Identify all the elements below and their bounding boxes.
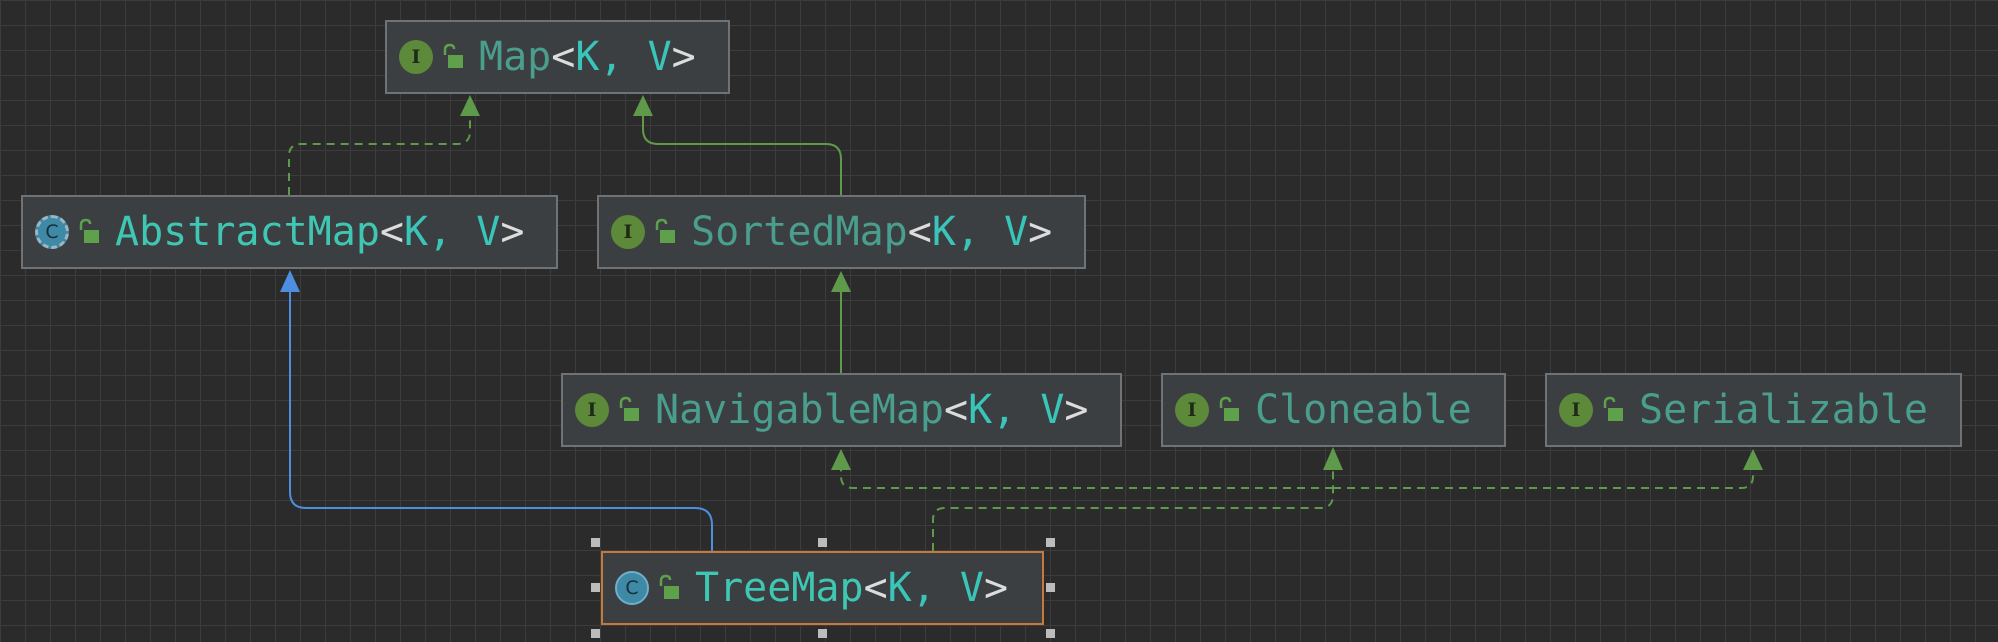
resize-handle-middle-left[interactable] bbox=[591, 583, 600, 592]
node-label: Map<K, V> bbox=[479, 34, 696, 80]
public-lock-icon bbox=[1219, 396, 1239, 421]
edges-layer bbox=[280, 95, 1763, 551]
class-icon: C bbox=[615, 571, 649, 605]
interface-icon: I bbox=[1175, 393, 1209, 427]
type-params: K, V bbox=[931, 209, 1029, 255]
edge-treemap-to-interfaces bbox=[932, 466, 1334, 551]
node-cloneable[interactable]: I Cloneable bbox=[1161, 373, 1506, 447]
resize-handle-top-left[interactable] bbox=[591, 538, 600, 547]
node-map[interactable]: I Map<K, V> bbox=[385, 20, 730, 94]
class-name: TreeMap bbox=[695, 565, 864, 611]
edge-to-serializable bbox=[1333, 468, 1754, 489]
edge-sortedmap-to-map bbox=[642, 112, 842, 195]
resize-handle-bottom-left[interactable] bbox=[591, 629, 600, 638]
interface-icon: I bbox=[575, 393, 609, 427]
type-params: K, V bbox=[968, 387, 1065, 433]
type-params: K, V bbox=[404, 209, 501, 255]
type-params: K, V bbox=[887, 565, 984, 611]
edge-abstractmap-to-map bbox=[288, 112, 471, 195]
arrowhead-cloneable bbox=[1323, 447, 1343, 470]
interface-icon: I bbox=[399, 40, 433, 74]
node-label: Cloneable bbox=[1255, 387, 1472, 433]
class-name: Serializable bbox=[1639, 387, 1928, 433]
node-label: TreeMap<K, V> bbox=[695, 565, 1009, 611]
node-navigablemap[interactable]: I NavigableMap<K, V> bbox=[561, 373, 1122, 447]
class-name: Map bbox=[479, 34, 552, 80]
resize-handle-top-right[interactable] bbox=[1046, 538, 1055, 547]
resize-handle-bottom-center[interactable] bbox=[818, 629, 827, 638]
public-lock-icon bbox=[659, 574, 679, 599]
public-lock-icon bbox=[619, 396, 639, 421]
interface-icon: I bbox=[611, 215, 645, 249]
resize-handle-middle-right[interactable] bbox=[1046, 583, 1055, 592]
resize-handle-bottom-right[interactable] bbox=[1046, 629, 1055, 638]
node-label: AbstractMap<K, V> bbox=[115, 209, 525, 255]
arrowhead-map-left bbox=[460, 95, 480, 116]
node-serializable[interactable]: I Serializable bbox=[1545, 373, 1962, 447]
node-label: NavigableMap<K, V> bbox=[655, 387, 1089, 433]
arrowhead-map-right bbox=[633, 95, 653, 116]
arrowhead-navigablemap bbox=[831, 449, 851, 470]
public-lock-icon bbox=[655, 218, 675, 243]
type-params: K, V bbox=[575, 34, 672, 80]
class-name: NavigableMap bbox=[655, 387, 944, 433]
node-label: SortedMap<K, V> bbox=[691, 209, 1053, 255]
abstract-class-icon: C bbox=[35, 215, 69, 249]
node-sortedmap[interactable]: I SortedMap<K, V> bbox=[597, 195, 1086, 269]
public-lock-icon bbox=[443, 43, 463, 68]
node-abstractmap[interactable]: C AbstractMap<K, V> bbox=[21, 195, 558, 269]
node-treemap[interactable]: C TreeMap<K, V> bbox=[601, 551, 1044, 625]
class-name: SortedMap bbox=[691, 209, 908, 255]
interface-icon: I bbox=[1559, 393, 1593, 427]
class-name: Cloneable bbox=[1255, 387, 1472, 433]
class-name: AbstractMap bbox=[115, 209, 380, 255]
arrowhead-sortedmap bbox=[831, 271, 851, 292]
resize-handle-top-center[interactable] bbox=[818, 538, 827, 547]
public-lock-icon bbox=[1603, 396, 1623, 421]
node-label: Serializable bbox=[1639, 387, 1928, 433]
edge-to-navigablemap bbox=[840, 468, 1333, 489]
arrowhead-abstractmap bbox=[280, 270, 300, 292]
public-lock-icon bbox=[79, 218, 99, 243]
arrowhead-serializable bbox=[1743, 449, 1763, 470]
